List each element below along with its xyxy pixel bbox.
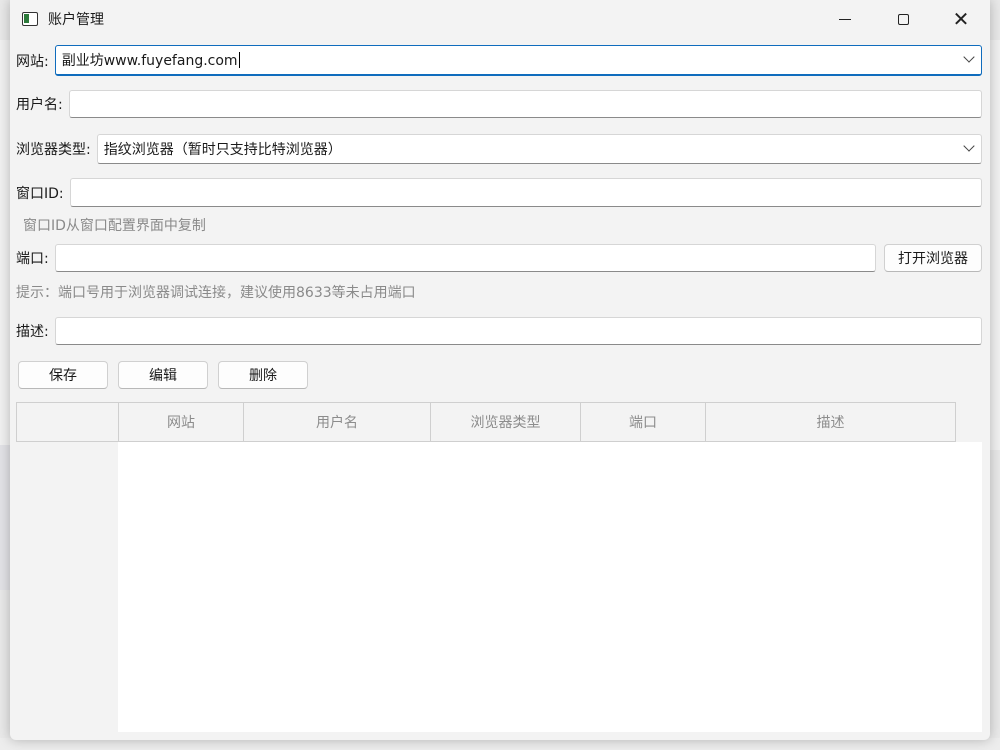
- text-caret: [238, 52, 240, 68]
- open-browser-button[interactable]: 打开浏览器: [884, 244, 982, 272]
- description-row: 描述:: [16, 317, 982, 345]
- port-row: 端口: 打开浏览器: [16, 244, 982, 272]
- window-id-hint: 窗口ID从窗口配置界面中复制: [23, 218, 206, 234]
- browser-type-row: 浏览器类型: 指纹浏览器（暂时只支持比特浏览器）: [16, 134, 982, 164]
- port-hint: 提示：端口号用于浏览器调试连接，建议使用8633等未占用端口: [16, 285, 416, 301]
- table-header: 网站 用户名 浏览器类型 端口 描述: [16, 402, 956, 442]
- maximize-button[interactable]: [874, 0, 932, 38]
- table-body[interactable]: [118, 442, 982, 732]
- browser-type-label: 浏览器类型:: [16, 142, 91, 158]
- browser-type-combobox[interactable]: 指纹浏览器（暂时只支持比特浏览器）: [96, 134, 982, 164]
- minimize-icon: [839, 18, 851, 20]
- window-id-row: 窗口ID:: [16, 178, 982, 207]
- column-header-port[interactable]: 端口: [580, 403, 705, 441]
- description-input[interactable]: [54, 317, 982, 345]
- chevron-down-icon[interactable]: [963, 51, 975, 63]
- window-controls: ✕: [816, 0, 990, 38]
- website-combobox[interactable]: 副业坊www.fuyefang.com: [54, 45, 982, 76]
- title-bar[interactable]: 账户管理 ✕: [10, 0, 990, 38]
- delete-button[interactable]: 删除: [218, 361, 308, 389]
- account-management-window: 账户管理 ✕ 网站: 副业坊www.fuyefang.com 用户名: 浏览器类…: [10, 0, 990, 740]
- close-icon: ✕: [952, 7, 970, 31]
- edit-button[interactable]: 编辑: [118, 361, 208, 389]
- save-button[interactable]: 保存: [18, 361, 108, 389]
- column-header-website[interactable]: 网站: [118, 403, 243, 441]
- minimize-button[interactable]: [816, 0, 874, 38]
- column-header-description[interactable]: 描述: [705, 403, 955, 441]
- website-row: 网站: 副业坊www.fuyefang.com: [16, 45, 982, 76]
- window-id-label: 窗口ID:: [16, 185, 64, 202]
- port-label: 端口:: [16, 251, 49, 267]
- website-label: 网站:: [16, 53, 49, 70]
- website-value: 副业坊www.fuyefang.com: [61, 53, 238, 69]
- maximize-icon: [897, 13, 909, 25]
- window-title: 账户管理: [48, 12, 104, 28]
- description-label: 描述:: [16, 324, 49, 340]
- username-row: 用户名:: [16, 90, 982, 118]
- close-button[interactable]: ✕: [932, 0, 990, 38]
- column-header-username[interactable]: 用户名: [243, 403, 430, 441]
- username-input[interactable]: [68, 90, 982, 118]
- browser-type-value: 指纹浏览器（暂时只支持比特浏览器）: [103, 142, 342, 158]
- username-label: 用户名:: [16, 97, 63, 113]
- accounts-table: 网站 用户名 浏览器类型 端口 描述: [16, 402, 982, 732]
- chevron-down-icon[interactable]: [963, 140, 975, 152]
- app-icon: [22, 12, 38, 26]
- port-input[interactable]: [54, 244, 876, 272]
- window-id-input[interactable]: [69, 178, 982, 207]
- background-left-edge: [0, 445, 10, 590]
- column-header-browser-type[interactable]: 浏览器类型: [430, 403, 580, 441]
- table-corner-button[interactable]: [17, 403, 118, 441]
